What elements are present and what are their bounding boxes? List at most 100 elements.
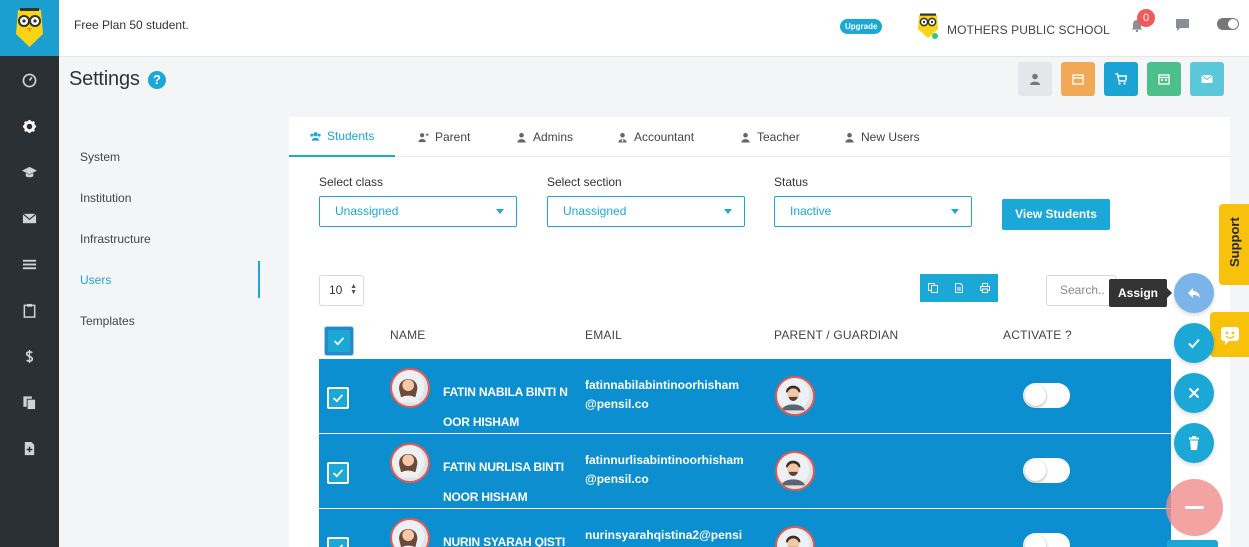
file-icon [955,283,963,293]
select-all-checkbox[interactable] [325,327,353,355]
row-checkbox[interactable] [327,462,349,484]
nav-documents[interactable] [0,382,59,422]
file-plus-icon [24,441,35,455]
smiley-chat-icon [1220,326,1239,345]
dashboard-icon [22,73,37,87]
gear-icon [22,119,37,133]
guardian-avatar[interactable] [775,526,815,547]
tab-students[interactable]: Students [289,117,395,157]
print-button[interactable] [972,274,998,302]
menu-item-templates[interactable]: Templates [80,314,135,328]
notification-badge: 0 [1137,9,1155,27]
nav-dashboard[interactable] [0,60,59,100]
menu-item-system[interactable]: System [80,150,120,164]
help-icon[interactable]: ? [148,71,166,89]
menu-item-infrastructure[interactable]: Infrastructure [80,232,151,246]
schedule-quick-button[interactable] [1147,62,1181,96]
guardian-avatar[interactable] [775,376,815,416]
copy-button[interactable] [920,274,946,302]
scroll-top-button[interactable] [1167,540,1218,547]
copy-icon [928,283,938,293]
collapse-fab-menu-button[interactable] [1166,479,1223,536]
activate-toggle[interactable] [1023,458,1070,483]
male-avatar-icon [777,453,810,486]
mail-quick-button[interactable] [1190,62,1224,96]
student-email: nurinsyarahqistina2@pensil.co [585,528,743,542]
check-icon [332,469,344,478]
menu-item-users[interactable]: Users [80,273,111,287]
column-header-guardian: PARENT / GUARDIAN [774,328,899,342]
clipboard-icon [23,303,36,318]
caret-down-icon [724,209,732,214]
nav-messages[interactable] [0,198,59,238]
graduation-cap-icon [22,166,37,177]
check-icon [332,394,344,403]
status-dropdown[interactable]: Inactive [774,196,972,227]
menu-item-institution[interactable]: Institution [80,191,131,205]
view-students-button[interactable]: View Students [1002,199,1110,230]
envelope-icon [22,212,37,223]
nav-list[interactable] [0,244,59,284]
row-checkbox[interactable] [327,387,349,409]
tab-label: Parent [435,130,471,144]
list-icon [22,259,37,269]
column-header-activate: ACTIVATE ? [1003,328,1072,342]
delete-fab[interactable] [1174,423,1214,463]
table-row: FATIN NURLISA BINTI NOOR HISHAM fatinnur… [319,434,1171,508]
profile-quick-button[interactable] [1018,62,1052,96]
nav-reports[interactable] [0,428,59,468]
nav-settings[interactable] [0,106,59,146]
guardian-avatar[interactable] [775,451,815,491]
check-icon [333,337,345,346]
tab-label: Students [327,129,375,143]
tab-accountant[interactable]: Accountant [617,117,694,157]
theme-toggle[interactable] [1217,18,1239,30]
tab-parent[interactable]: Parent [418,117,470,157]
activate-toggle[interactable] [1023,533,1070,547]
page-title: Settings [69,68,140,90]
settings-menu: System Institution Infrastructure Users … [59,100,264,547]
assign-tooltip: Assign [1109,279,1172,307]
sort-arrows-icon: ▲ ▼ [350,283,357,296]
cart-quick-button[interactable] [1104,62,1138,96]
row-checkbox[interactable] [327,537,349,547]
approve-fab[interactable] [1174,323,1214,363]
nav-finance[interactable] [0,336,59,376]
tab-new-users[interactable]: New Users [844,117,920,157]
reject-fab[interactable] [1174,373,1214,413]
upgrade-badge[interactable]: Upgrade [840,19,883,34]
page-size-select[interactable]: 10 ▲ ▼ [319,275,364,306]
nav-academics[interactable] [0,152,59,192]
assign-fab[interactable] [1174,273,1214,313]
column-header-email: EMAIL [585,328,623,342]
student-name[interactable]: NURIN SYARAH QISTI [390,527,570,547]
status-label: Status [774,175,809,189]
app-logo[interactable] [0,0,59,56]
user-plus-icon [418,132,429,142]
tab-label: Teacher [757,130,800,144]
activate-toggle[interactable] [1023,383,1070,408]
export-file-button[interactable] [946,274,972,302]
page-size-value: 10 [329,283,343,297]
student-name[interactable]: FATIN NABILA BINTI NOOR HISHAM [390,377,570,437]
school-name[interactable]: MOTHERS PUBLIC SCHOOL [947,23,1110,37]
status-value: Inactive [790,204,832,218]
calendar-quick-button[interactable] [1061,62,1095,96]
tab-teacher[interactable]: Teacher [740,117,800,157]
user-icon [845,132,854,143]
user-type-tabs: Students Parent Admins Accountant Teache… [289,117,1230,157]
tab-admins[interactable]: Admins [516,117,573,157]
select-class-value: Unassigned [335,204,399,218]
user-icon [517,132,526,143]
select-class-label: Select class [319,175,384,189]
select-section-dropdown[interactable]: Unassigned [547,196,745,227]
chat-icon[interactable] [1176,19,1189,31]
reply-icon [1188,288,1200,298]
student-name[interactable]: FATIN NURLISA BINTI NOOR HISHAM [390,452,570,512]
chat-widget-button[interactable] [1210,312,1249,357]
plan-text: Free Plan 50 student. [74,18,189,32]
nav-clipboard[interactable] [0,290,59,330]
support-tab[interactable]: Support [1219,204,1249,285]
select-class-dropdown[interactable]: Unassigned [319,196,517,227]
search-input[interactable]: Search.. [1046,275,1116,306]
